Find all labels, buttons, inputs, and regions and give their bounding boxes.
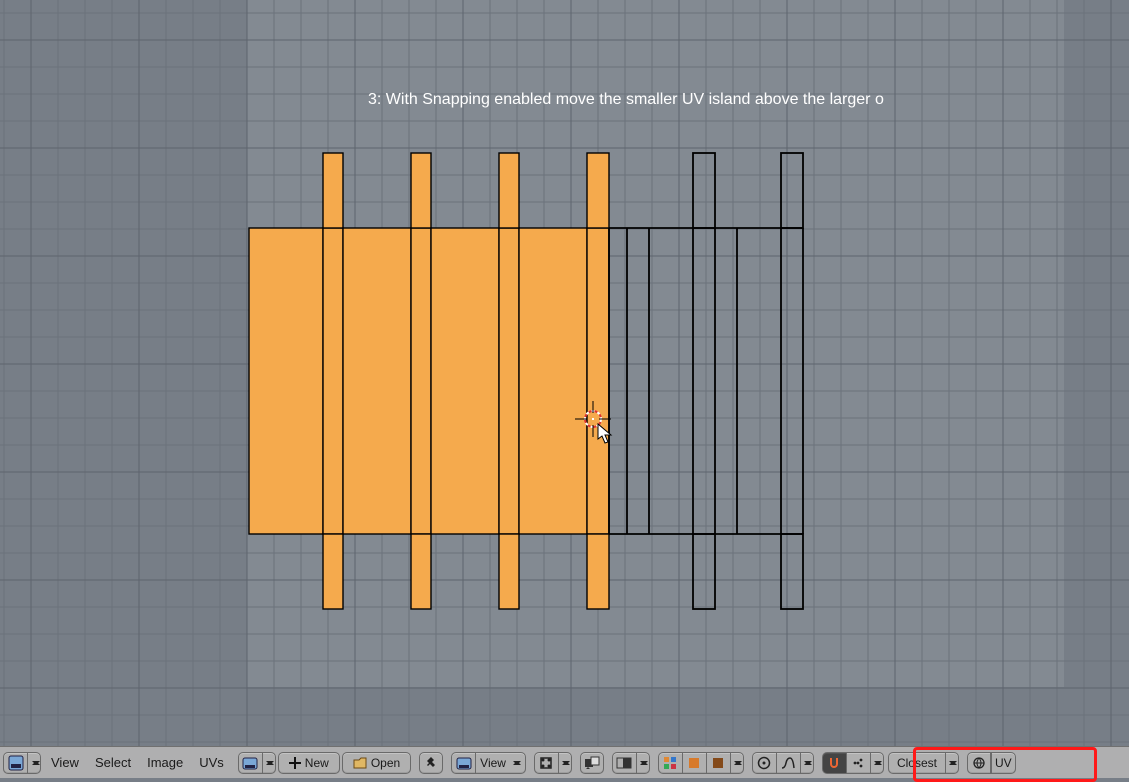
pin-button[interactable] xyxy=(419,752,443,774)
sticky-select-vertex[interactable] xyxy=(658,752,682,774)
new-image-button[interactable]: New xyxy=(278,752,340,774)
uv-islands[interactable] xyxy=(0,0,1129,746)
proportional-falloff-button[interactable] xyxy=(776,752,800,774)
open-label: Open xyxy=(371,756,400,770)
snap-target-dropdown[interactable] xyxy=(945,752,959,774)
menu-select[interactable]: Select xyxy=(87,752,139,774)
uv-map-selector-icon[interactable] xyxy=(967,752,991,774)
snap-element-dropdown[interactable] xyxy=(870,752,884,774)
mouse-pointer-icon xyxy=(597,423,617,445)
proportional-edit-button[interactable] xyxy=(752,752,776,774)
proportional-dropdown[interactable] xyxy=(800,752,814,774)
sticky-select-edge[interactable] xyxy=(682,752,706,774)
open-image-button[interactable]: Open xyxy=(342,752,411,774)
select-mode-button[interactable] xyxy=(612,752,636,774)
snap-toggle-button[interactable] xyxy=(822,752,846,774)
select-mode-dropdown[interactable] xyxy=(636,752,650,774)
menu-view[interactable]: View xyxy=(43,752,87,774)
image-browse-dropdown[interactable] xyxy=(262,752,276,774)
draw-type-button[interactable] xyxy=(534,752,558,774)
view-label-2: View xyxy=(480,756,506,770)
draw-type-dropdown[interactable] xyxy=(558,752,572,774)
uv-editor-header: View Select Image UVs New Open View xyxy=(0,746,1129,778)
uv-map-label[interactable]: UV xyxy=(991,752,1016,774)
menu-uvs[interactable]: UVs xyxy=(191,752,232,774)
menu-image[interactable]: Image xyxy=(139,752,191,774)
sticky-select-dropdown[interactable] xyxy=(730,752,744,774)
editor-type-dropdown[interactable] xyxy=(27,752,41,774)
pivot-selector-menu[interactable]: View xyxy=(475,752,526,774)
editor-type-selector[interactable] xyxy=(3,752,27,774)
snap-element-button[interactable] xyxy=(846,752,870,774)
sync-selection-button[interactable] xyxy=(580,752,604,774)
sticky-select-face[interactable] xyxy=(706,752,730,774)
snap-target-label: Closest xyxy=(897,756,937,770)
uv-editor-viewport[interactable]: 3: With Snapping enabled move the smalle… xyxy=(0,0,1129,746)
image-browse-button[interactable] xyxy=(238,752,262,774)
new-label: New xyxy=(305,756,329,770)
snap-target-selector[interactable]: Closest xyxy=(888,752,945,774)
overlay-caption: 3: With Snapping enabled move the smalle… xyxy=(368,91,884,109)
pivot-selector[interactable] xyxy=(451,752,475,774)
